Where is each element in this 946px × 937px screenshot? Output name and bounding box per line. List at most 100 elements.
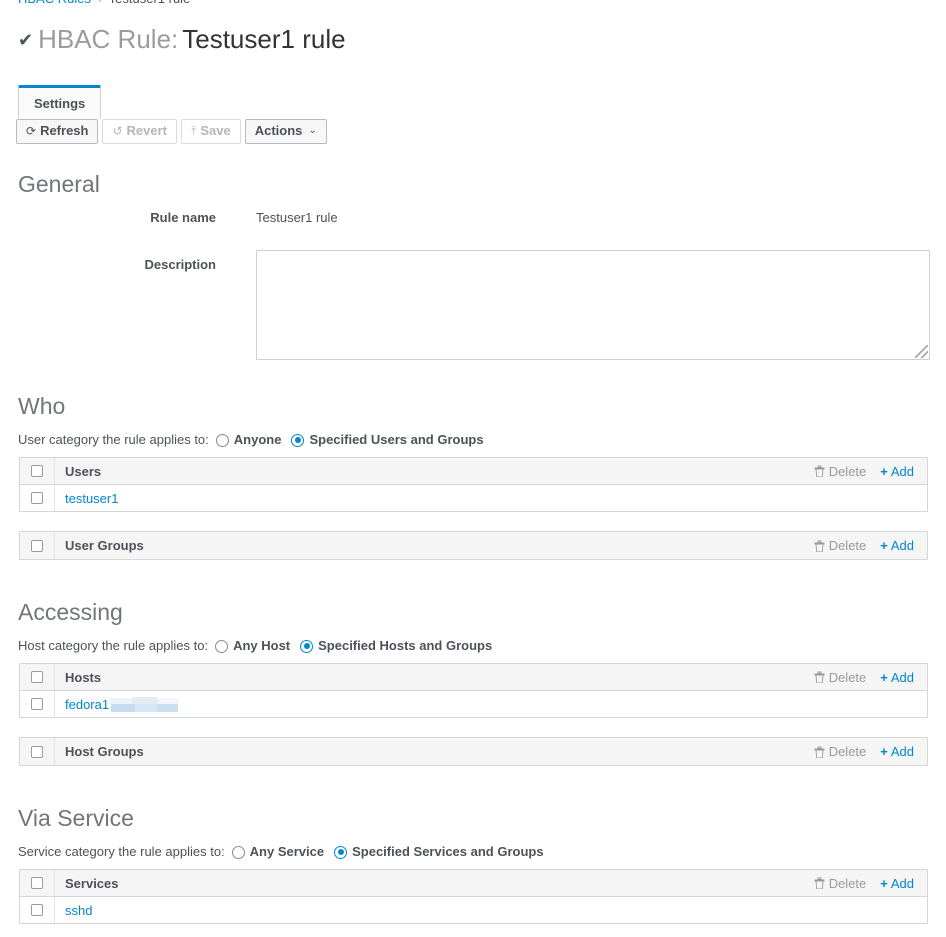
radio-anyone-label: Anyone xyxy=(233,432,282,447)
trash-icon xyxy=(814,465,825,477)
add-services-label: Add xyxy=(890,875,914,891)
radio-specified-services-groups-icon[interactable] xyxy=(334,845,348,859)
checkmark-icon: ✔ xyxy=(18,30,34,50)
tab-bar: Settings xyxy=(18,85,102,119)
select-all-checkbox[interactable] xyxy=(31,745,43,758)
plus-icon: + xyxy=(880,875,888,891)
column-header-hosts: Hosts xyxy=(65,669,102,685)
table-actions: Delete + Add xyxy=(814,670,927,685)
radio-option-specified-users-groups[interactable]: Specified Users and Groups xyxy=(291,432,484,448)
select-all-cell xyxy=(20,870,55,896)
refresh-button[interactable]: ⟳ Refresh xyxy=(16,119,99,144)
table-header-row: Users Delete + Add xyxy=(20,458,927,485)
select-all-cell xyxy=(20,738,55,765)
revert-button-label: Revert xyxy=(126,123,168,138)
row-select-cell xyxy=(20,691,55,717)
description-label: Description xyxy=(144,257,216,272)
add-services-button[interactable]: + Add xyxy=(880,876,914,891)
select-all-cell xyxy=(20,532,55,559)
page-title-value: Testuser1 rule xyxy=(182,24,346,54)
host-link-fedora1[interactable]: fedora1 xyxy=(55,696,927,712)
save-button[interactable]: ⤒ Save xyxy=(181,119,241,144)
add-hosts-button[interactable]: + Add xyxy=(880,670,914,685)
radio-any-host-icon[interactable] xyxy=(215,639,229,653)
select-all-checkbox[interactable] xyxy=(31,465,43,477)
breadcrumb: HBAC Rules › Testuser1 rule xyxy=(18,0,190,6)
breadcrumb-current: Testuser1 rule xyxy=(109,0,191,6)
actions-dropdown-button[interactable]: Actions ⌄ xyxy=(244,119,327,144)
page-title-label: HBAC Rule: xyxy=(38,24,179,54)
breadcrumb-link-hbac-rules[interactable]: HBAC Rules xyxy=(18,0,91,6)
row-checkbox[interactable] xyxy=(31,698,43,710)
section-heading-general: General xyxy=(18,171,100,197)
revert-icon: ↺ xyxy=(112,124,123,138)
service-link-sshd[interactable]: sshd xyxy=(55,903,927,918)
delete-users-label: Delete xyxy=(828,463,867,479)
delete-services-label: Delete xyxy=(828,875,867,891)
add-user-groups-button[interactable]: + Add xyxy=(880,538,914,553)
select-all-checkbox[interactable] xyxy=(31,671,43,683)
radio-option-specified-services-groups[interactable]: Specified Services and Groups xyxy=(334,844,544,860)
rule-name-label: Rule name xyxy=(150,210,216,225)
actions-button-label: Actions xyxy=(254,123,303,138)
radio-option-specified-hosts-groups[interactable]: Specified Hosts and Groups xyxy=(300,638,492,654)
trash-icon xyxy=(814,877,825,889)
select-all-checkbox[interactable] xyxy=(31,877,43,889)
table-header-row: Hosts Delete + Add xyxy=(20,664,927,691)
section-heading-accessing: Accessing xyxy=(18,599,123,625)
users-association-table: Users Delete + Add testuser1 xyxy=(19,457,928,512)
add-host-groups-button[interactable]: + Add xyxy=(880,744,914,759)
table-header-row: Host Groups Delete + Add xyxy=(20,738,927,765)
delete-services-button[interactable]: Delete xyxy=(814,875,867,891)
user-category-row: User category the rule applies to: Anyon… xyxy=(18,432,494,448)
table-actions: Delete + Add xyxy=(814,744,927,759)
service-category-row: Service category the rule applies to: An… xyxy=(18,844,554,860)
host-groups-association-table: Host Groups Delete + Add xyxy=(19,737,928,766)
host-category-row: Host category the rule applies to: Any H… xyxy=(18,638,502,654)
radio-specified-users-groups-label: Specified Users and Groups xyxy=(309,432,484,447)
description-textarea[interactable] xyxy=(256,250,930,360)
delete-hosts-button[interactable]: Delete xyxy=(814,669,867,685)
table-actions: Delete + Add xyxy=(814,538,927,553)
delete-hosts-label: Delete xyxy=(828,669,867,685)
select-all-cell xyxy=(20,664,55,690)
rule-name-value: Testuser1 rule xyxy=(256,210,338,225)
plus-icon: + xyxy=(880,744,888,759)
radio-specified-hosts-groups-label: Specified Hosts and Groups xyxy=(318,638,493,653)
row-checkbox[interactable] xyxy=(31,492,43,504)
trash-icon xyxy=(814,746,825,758)
resize-handle-icon[interactable] xyxy=(915,345,928,358)
delete-user-groups-button[interactable]: Delete xyxy=(814,538,866,553)
add-users-button[interactable]: + Add xyxy=(880,464,914,479)
plus-icon: + xyxy=(880,669,888,685)
add-hosts-label: Add xyxy=(890,669,914,685)
table-row: sshd xyxy=(20,897,927,923)
radio-specified-hosts-groups-icon[interactable] xyxy=(300,639,314,653)
breadcrumb-separator-icon: › xyxy=(97,0,102,6)
row-checkbox[interactable] xyxy=(31,904,43,916)
radio-specified-users-groups-icon[interactable] xyxy=(291,433,305,447)
tab-settings[interactable]: Settings xyxy=(18,85,102,119)
row-select-cell xyxy=(20,485,55,511)
add-user-groups-label: Add xyxy=(890,538,914,553)
revert-button[interactable]: ↺ Revert xyxy=(102,119,178,144)
radio-option-anyone[interactable]: Anyone xyxy=(215,432,282,448)
host-link-text: fedora1 xyxy=(65,696,110,712)
column-header-users: Users xyxy=(65,463,102,479)
plus-icon: + xyxy=(880,463,888,479)
user-groups-association-table: User Groups Delete + Add xyxy=(19,531,928,560)
select-all-checkbox[interactable] xyxy=(31,539,43,552)
user-link-testuser1[interactable]: testuser1 xyxy=(55,491,927,506)
radio-any-host-label: Any Host xyxy=(233,638,291,653)
toolbar: ⟳ Refresh ↺ Revert ⤒ Save Actions ⌄ xyxy=(16,119,327,144)
radio-anyone-icon[interactable] xyxy=(215,433,229,447)
section-heading-via-service: Via Service xyxy=(18,805,134,831)
delete-users-button[interactable]: Delete xyxy=(814,463,867,479)
add-users-label: Add xyxy=(890,463,914,479)
radio-any-service-icon[interactable] xyxy=(231,845,245,859)
radio-option-any-host[interactable]: Any Host xyxy=(215,638,290,654)
trash-icon xyxy=(814,540,825,552)
radio-option-any-service[interactable]: Any Service xyxy=(231,844,324,860)
delete-host-groups-button[interactable]: Delete xyxy=(814,744,866,759)
hbac-rule-settings-page: HBAC Rules›Testuser1 rule ✔HBAC Rule:Tes… xyxy=(0,0,946,937)
